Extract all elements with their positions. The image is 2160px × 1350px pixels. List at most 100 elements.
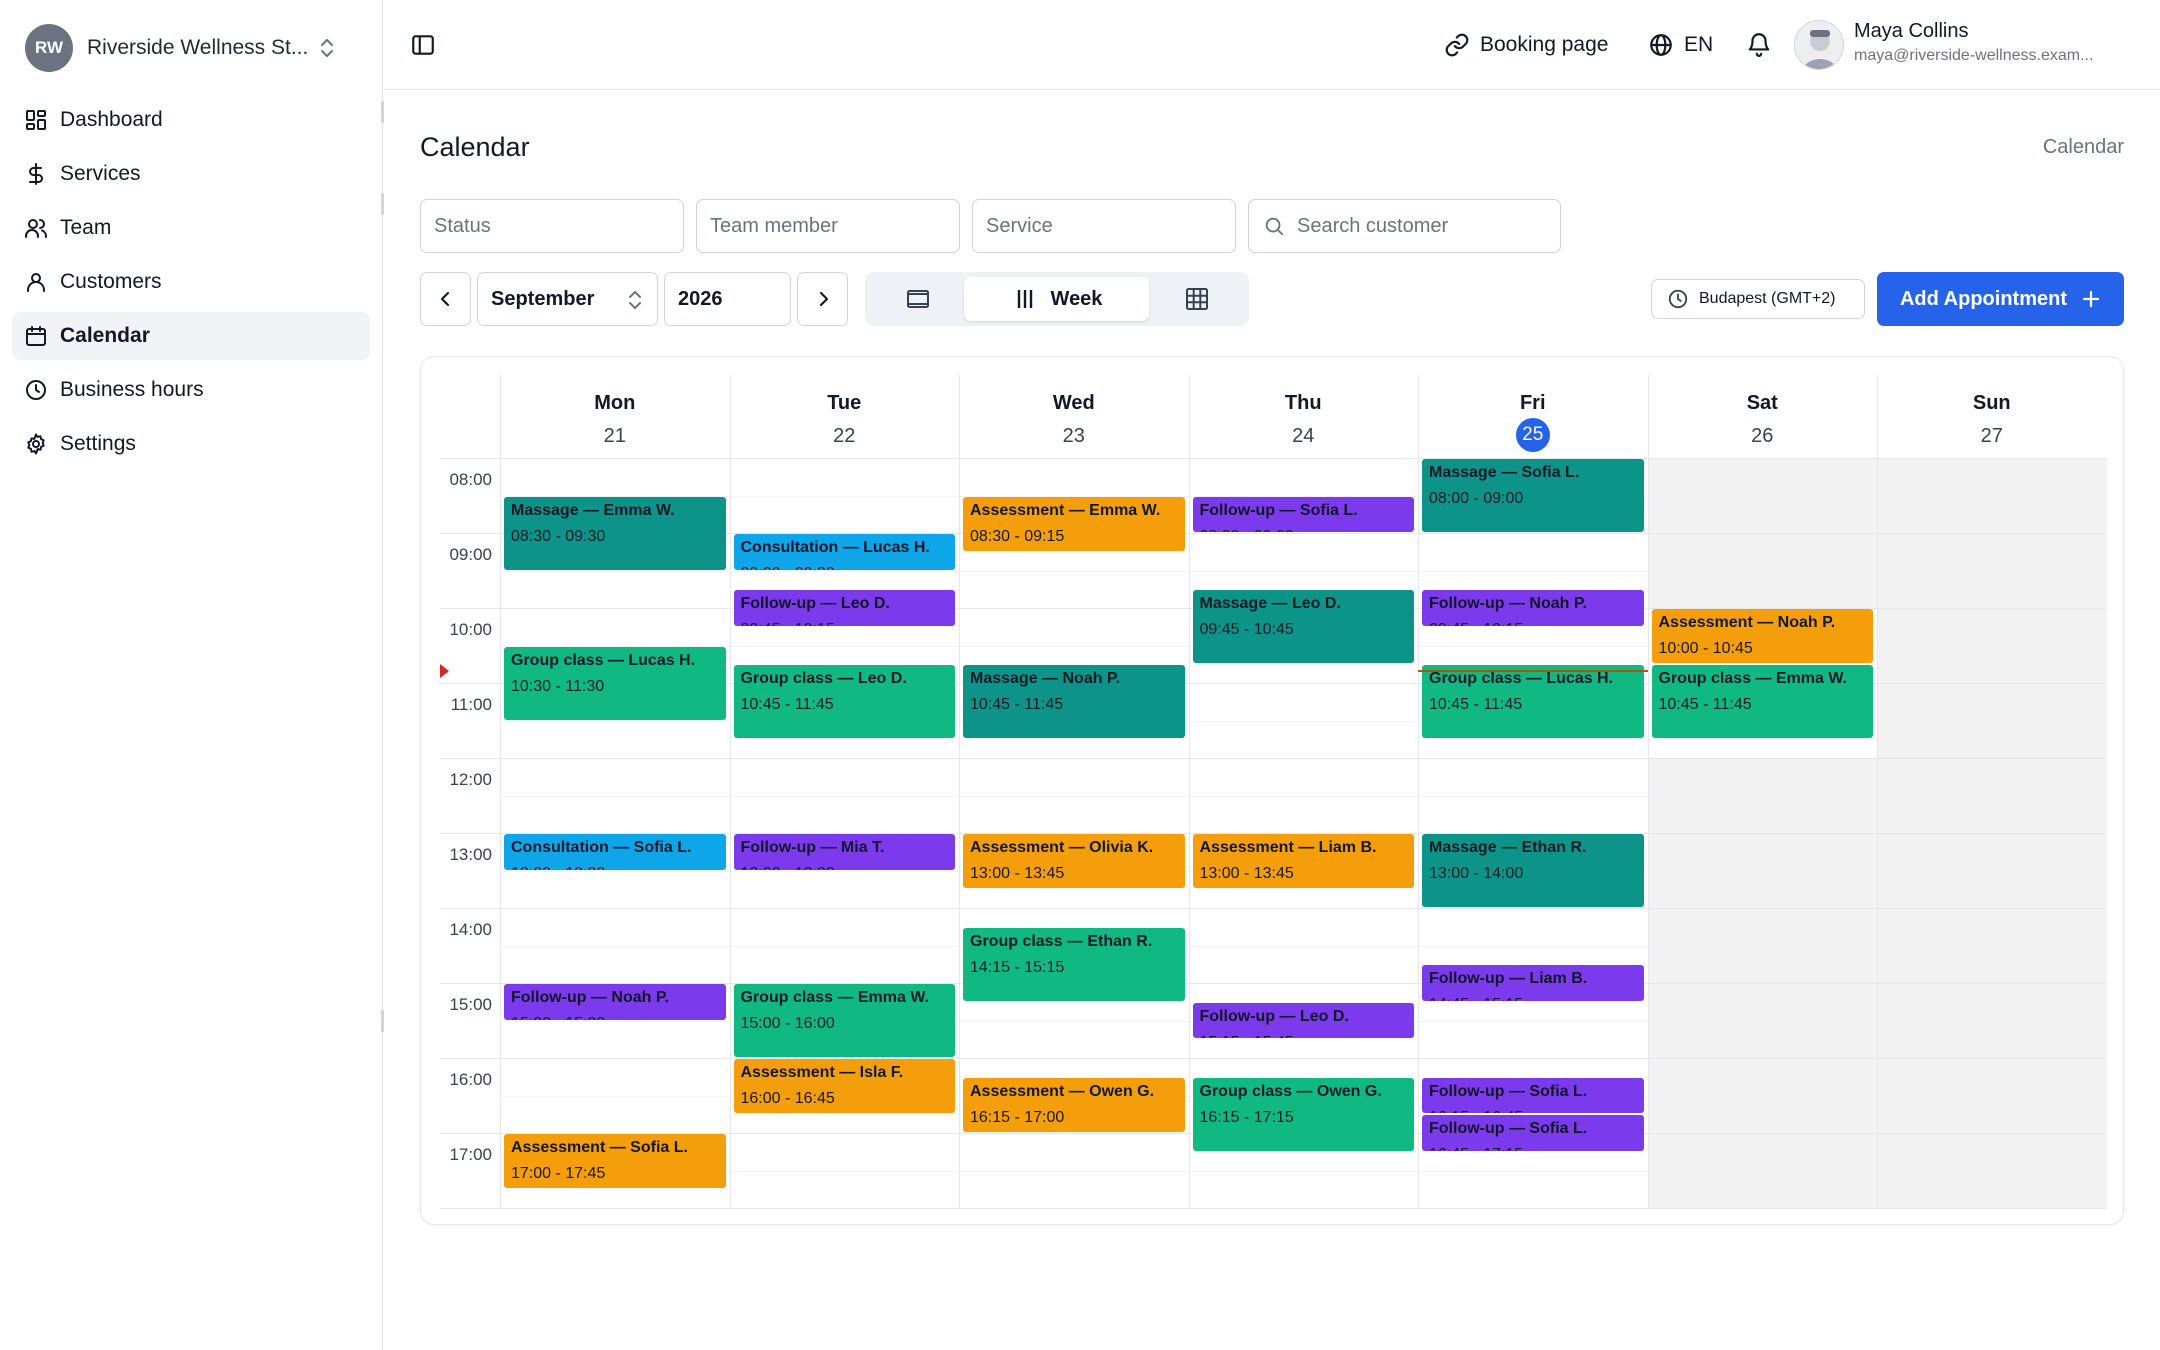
half-hour-gridline [500,945,2107,947]
prev-month-button[interactable] [420,272,471,326]
service-filter[interactable] [972,199,1236,253]
sidebar-item-settings[interactable]: Settings [12,420,370,468]
sidebar-item-label: Calendar [60,324,150,347]
sidebar-item-business-hours[interactable]: Business hours [12,366,370,414]
day-header-wed: Wed 23 [959,375,1189,458]
appointment-time: 09:45 - 10:45 [1199,621,1294,639]
day-number: 23 [1062,425,1085,447]
appointment-block[interactable]: Group class — Lucas H. 10:45 - 11:45 [1422,665,1644,739]
appointment-block[interactable]: Group class — Leo D. 10:45 - 11:45 [733,665,955,739]
day-view-button[interactable] [870,277,966,321]
dollar-icon [29,163,43,185]
sidebar-item-customers[interactable]: Customers [12,258,370,306]
month-view-button[interactable] [1149,277,1245,321]
appointment-block[interactable]: Group class — Owen G. 16:15 - 17:15 [1192,1077,1414,1151]
dashboard-icon [26,110,46,130]
appointment-title: Assessment — Isla F. [740,1064,904,1081]
bell-icon[interactable] [1746,31,1772,57]
workspace-switcher[interactable]: RW Riverside Wellness St... [25,23,355,73]
link-icon [1445,33,1469,57]
day-header-tue: Tue 22 [730,375,960,458]
appointment-title: Massage — Leo D. [1199,595,1341,613]
search-input[interactable] [1297,214,1547,238]
sidebar-resize-handle[interactable] [381,193,384,215]
appointment-block[interactable]: Consultation — Sofia L. 13:00 - 13:30 [504,834,726,870]
appointment-block[interactable]: Massage — Sofia L. 08:00 - 09:00 [1422,459,1644,532]
appointment-block[interactable]: Assessment — Isla F. 16:00 - 16:45 [733,1059,955,1114]
language-switcher[interactable]: EN [1648,30,1713,60]
sidebar-item-team[interactable]: Team [12,204,370,252]
month-value: September [491,287,595,310]
sidebar-toggle-icon[interactable] [410,32,436,58]
appointment-block[interactable]: Assessment — Emma W. 08:30 - 09:15 [963,496,1185,551]
appointment-block[interactable]: Follow-up — Sofia L. 16:45 - 17:15 [1422,1115,1644,1151]
appointment-block[interactable]: Group class — Emma W. 10:45 - 11:45 [1651,665,1873,739]
gear-icon [27,433,45,455]
search-icon [1265,217,1284,236]
sidebar-resize-handle[interactable] [381,101,384,123]
day-column-divider [500,375,501,1208]
appointment-block[interactable]: Follow-up — Leo D. 09:45 - 10:15 [733,590,955,626]
half-hour-gridline [500,1170,2107,1172]
appointment-block[interactable]: Assessment — Owen G. 16:15 - 17:00 [963,1077,1185,1132]
year-input[interactable]: 2026 [664,272,791,326]
time-label: 16:00 [449,1070,492,1089]
appointment-block[interactable]: Follow-up — Sofia L. 16:15 - 16:45 [1422,1077,1644,1114]
appointment-block[interactable]: Follow-up — Sofia L. 08:30 - 09:00 [1192,496,1414,532]
appointment-title: Group class — Emma W. [740,989,930,1006]
next-month-button[interactable] [797,272,848,326]
sidebar-item-label: Settings [60,432,136,455]
booking-page-link[interactable]: Booking page [1444,30,1608,60]
appointment-block[interactable]: Follow-up — Mia T. 13:00 - 13:30 [733,834,955,870]
day-number: 27 [1980,425,2003,447]
appointment-block[interactable]: Follow-up — Leo D. 15:15 - 15:45 [1192,1002,1414,1039]
appointment-block[interactable]: Group class — Lucas H. 10:30 - 11:30 [504,646,726,720]
status-filter[interactable] [420,199,684,253]
appointment-block[interactable]: Assessment — Olivia K. 13:00 - 13:45 [963,834,1185,889]
timezone-selector[interactable]: Budapest (GMT+2) [1651,279,1865,319]
globe-icon [1650,34,1672,56]
appointment-block[interactable]: Group class — Emma W. 15:00 - 16:00 [733,984,955,1057]
appointment-block[interactable]: Consultation — Lucas H. 09:00 - 09:30 [733,534,955,570]
calendar-grid: 08:00 09:00 10:00 11:00 12:00 13:00 14:00 15:00… [440,375,2107,1209]
clock-icon [1668,289,1688,309]
appointment-block[interactable]: Massage — Leo D. 09:45 - 10:45 [1192,590,1414,664]
appointment-block[interactable]: Follow-up — Noah P. 09:45 - 10:15 [1422,590,1644,626]
team-member-filter[interactable] [696,199,960,253]
appointment-block[interactable]: Group class — Ethan R. 14:15 - 15:15 [963,927,1185,1001]
appointment-time: 16:00 - 16:45 [740,1090,835,1107]
sidebar-resize-handle[interactable] [381,1010,384,1032]
appointment-block[interactable]: Follow-up — Noah P. 15:00 - 15:30 [504,984,726,1020]
month-select[interactable]: September [477,272,658,326]
language-label: EN [1684,33,1714,56]
user-icon [27,273,45,292]
day-column-divider [1647,375,1649,1208]
appointment-block[interactable]: Assessment — Noah P. 10:00 - 10:45 [1651,609,1873,664]
breadcrumb: Calendar [2042,136,2124,158]
appointment-block[interactable]: Follow-up — Liam B. 14:45 - 15:15 [1422,965,1644,1001]
appointment-block[interactable]: Assessment — Liam B. 13:00 - 13:45 [1192,834,1414,889]
appointment-time: 13:00 - 14:00 [1429,865,1524,882]
appointment-block[interactable]: Massage — Emma W. 08:30 - 09:30 [504,496,726,570]
add-appointment-button[interactable]: Add Appointment [1877,272,2124,326]
chevron-up-down-icon [321,39,333,57]
appointment-block[interactable]: Massage — Ethan R. 13:00 - 14:00 [1422,834,1644,907]
appointment-time: 08:00 - 09:00 [1429,490,1524,507]
appointment-block[interactable]: Massage — Noah P. 10:45 - 11:45 [963,665,1185,739]
appointment-title: Assessment — Sofia L. [511,1139,688,1156]
appointment-block[interactable]: Assessment — Sofia L. 17:00 - 17:45 [504,1134,726,1189]
appointment-title: Group class — Lucas H. [511,651,696,669]
sidebar-item-dashboard[interactable]: Dashboard [12,96,370,144]
appointment-time: 14:45 - 15:15 [1429,996,1637,1001]
day-name: Sat [1746,392,1778,414]
avatar[interactable] [1794,20,1844,70]
search-customer[interactable] [1248,199,1561,253]
week-view-button[interactable]: Week [964,277,1149,321]
time-label: 13:00 [449,845,492,864]
week-view-label: Week [1050,287,1103,310]
sidebar-item-services[interactable]: Services [12,150,370,198]
appointment-time: 16:45 - 17:15 [1429,1146,1637,1151]
sidebar-item-calendar[interactable]: Calendar [12,312,370,360]
chevron-left-icon [440,291,449,307]
user-name[interactable]: Maya Collins [1854,20,1968,43]
